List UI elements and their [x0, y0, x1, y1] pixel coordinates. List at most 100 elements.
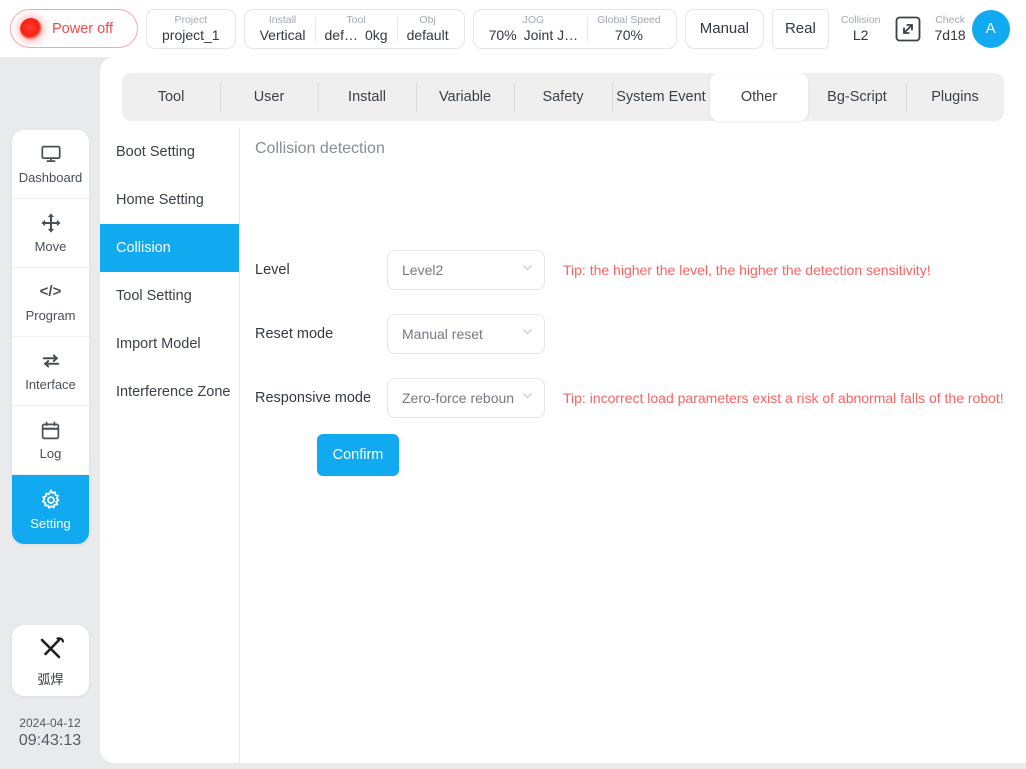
clock-time: 09:43:13 [0, 731, 100, 751]
global-speed-caption: Global Speed [597, 14, 661, 27]
sidebar-item-move[interactable]: Move [12, 199, 89, 268]
move-arrows-icon [40, 212, 62, 234]
subnav-item-boot-setting[interactable]: Boot Setting [100, 128, 239, 176]
subnav-item-import-model[interactable]: Import Model [100, 320, 239, 368]
responsive-mode-label: Responsive mode [255, 390, 387, 406]
jog-value-row: 70% Joint J… [489, 27, 579, 44]
chevron-down-icon [521, 261, 534, 279]
subnav-item-home-setting[interactable]: Home Setting [100, 176, 239, 224]
form-row-level: Level Level2 Tip: the higher the level, … [255, 250, 931, 290]
tab-install[interactable]: Install [318, 73, 416, 121]
sidebar-item-interface[interactable]: Interface [12, 337, 89, 406]
tab-safety[interactable]: Safety [514, 73, 612, 121]
settings-tabbar: Tool User Install Variable Safety System… [122, 73, 1004, 121]
sidebar-item-label: Interface [25, 377, 76, 392]
jog-cell[interactable]: JOG 70% Joint J… [480, 14, 588, 44]
collision-status: Collision L2 [837, 14, 885, 44]
tool-cell[interactable]: Tool def… 0kg [316, 14, 397, 44]
tool-payload: 0kg [365, 27, 388, 44]
jog-caption: JOG [523, 14, 545, 27]
check-caption: Check [935, 14, 965, 27]
level-select-value: Level2 [402, 262, 517, 278]
power-off-button[interactable]: Power off [10, 9, 138, 48]
reset-mode-label: Reset mode [255, 326, 387, 342]
tab-user[interactable]: User [220, 73, 318, 121]
top-status-bar: Power off Project project_1 Install Vert… [0, 0, 1026, 57]
tool-value-row: def… 0kg [325, 27, 388, 44]
tool-value: def… [325, 27, 358, 44]
sidebar-item-label: Log [40, 446, 62, 461]
tool-caption: Tool [346, 14, 365, 27]
form-row-reset-mode: Reset mode Manual reset [255, 314, 545, 354]
responsive-mode-select[interactable]: Zero-force reboun [387, 378, 545, 418]
check-status: Check 7d18 [931, 14, 970, 44]
chevron-down-icon [521, 389, 534, 407]
jog-speed-segment[interactable]: JOG 70% Joint J… Global Speed 70% [473, 9, 677, 49]
tab-variable[interactable]: Variable [416, 73, 514, 121]
global-speed-value: 70% [615, 27, 643, 44]
project-segment[interactable]: Project project_1 [146, 9, 236, 49]
mode-button[interactable]: Manual [685, 9, 764, 49]
subnav-item-interference-zone[interactable]: Interference Zone [100, 368, 239, 416]
clock-date: 2024-04-12 [0, 715, 100, 731]
code-icon: </> [40, 281, 62, 303]
content-panel: Tool User Install Variable Safety System… [100, 57, 1026, 763]
collision-caption: Collision [841, 14, 881, 27]
collision-value: L2 [853, 27, 869, 44]
sidebar-item-log[interactable]: Log [12, 406, 89, 475]
sidebar-item-dashboard[interactable]: Dashboard [12, 130, 89, 199]
obj-value: default [407, 27, 449, 44]
reset-mode-select-value: Manual reset [402, 326, 517, 342]
responsive-mode-select-value: Zero-force reboun [402, 390, 517, 406]
power-off-label: Power off [52, 21, 113, 37]
confirm-button[interactable]: Confirm [317, 434, 399, 476]
sidebar-item-label: Program [26, 308, 76, 323]
global-speed-cell[interactable]: Global Speed 70% [588, 14, 670, 44]
avatar[interactable]: A [972, 10, 1010, 48]
install-cell[interactable]: Install Vertical [251, 14, 315, 44]
reset-mode-select[interactable]: Manual reset [387, 314, 545, 354]
tab-tool[interactable]: Tool [122, 73, 220, 121]
sidebar-item-label: Move [35, 239, 67, 254]
level-label: Level [255, 262, 387, 278]
sidebar-item-setting[interactable]: Setting [12, 475, 89, 544]
sidebar-item-program[interactable]: </> Program [12, 268, 89, 337]
exchange-icon [40, 350, 62, 372]
tab-plugins[interactable]: Plugins [906, 73, 1004, 121]
subnav-item-tool-setting[interactable]: Tool Setting [100, 272, 239, 320]
install-caption: Install [269, 14, 296, 27]
monitor-icon [40, 143, 62, 165]
install-tool-obj-segment[interactable]: Install Vertical Tool def… 0kg Obj defau… [244, 9, 465, 49]
check-value: 7d18 [935, 27, 966, 44]
calendar-icon [40, 420, 61, 441]
power-dot-icon [20, 18, 42, 40]
primary-nav-rail: Dashboard Move </> Program Interface [0, 57, 100, 769]
real-button[interactable]: Real [772, 9, 829, 49]
gear-icon [40, 489, 62, 511]
responsive-mode-tip: Tip: incorrect load parameters exist a r… [563, 390, 1004, 406]
tab-system-event[interactable]: System Event [612, 73, 710, 121]
page-title: Collision detection [255, 140, 385, 158]
welding-app-label: 弧焊 [37, 669, 63, 688]
expand-icon[interactable] [893, 14, 923, 44]
form-row-responsive-mode: Responsive mode Zero-force reboun Tip: i… [255, 378, 1004, 418]
project-cell[interactable]: Project project_1 [153, 14, 229, 44]
tab-other[interactable]: Other [710, 73, 808, 121]
tab-bg-script[interactable]: Bg-Script [808, 73, 906, 121]
project-value: project_1 [162, 27, 220, 44]
secondary-nav-list: Boot Setting Home Setting Collision Tool… [100, 128, 240, 763]
subnav-item-collision[interactable]: Collision [100, 224, 239, 272]
project-caption: Project [174, 14, 207, 27]
jog-percent: 70% [489, 27, 517, 44]
collision-settings-form: Collision detection Level Level2 Tip: th… [241, 128, 1026, 763]
obj-caption: Obj [419, 14, 435, 27]
clock: 2024-04-12 09:43:13 [0, 715, 100, 751]
sidebar-item-label: Setting [30, 516, 70, 531]
obj-cell[interactable]: Obj default [398, 14, 458, 44]
jog-mode: Joint J… [524, 27, 578, 44]
install-value: Vertical [260, 27, 306, 44]
welding-app-button[interactable]: 弧焊 [12, 625, 89, 696]
welding-torch-icon [36, 634, 66, 667]
level-select[interactable]: Level2 [387, 250, 545, 290]
sidebar-item-label: Dashboard [19, 170, 83, 185]
